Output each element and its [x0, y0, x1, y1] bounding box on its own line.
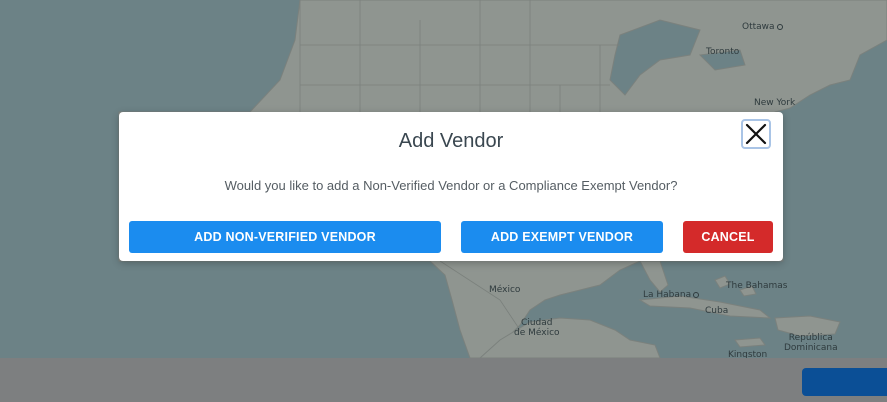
- map-label-text: Ottawa: [742, 22, 775, 32]
- map-land-jamaica: [734, 337, 766, 348]
- cancel-button[interactable]: CANCEL: [683, 221, 773, 253]
- city-dot: [693, 291, 700, 298]
- map-label-ciudad-de-mexico: Ciudad de México: [514, 308, 560, 338]
- close-icon: [745, 123, 767, 145]
- city-dot: [776, 23, 783, 30]
- add-vendor-modal: Add Vendor Would you like to add a Non-V…: [119, 112, 783, 261]
- map-label-text: Toronto: [706, 47, 740, 57]
- map-label-text: Cuba: [705, 306, 729, 316]
- modal-message: Would you like to add a Non-Verified Ven…: [224, 178, 678, 193]
- map-label-text: México: [489, 285, 521, 295]
- map-label-bahamas: The Bahamas: [726, 281, 787, 291]
- add-exempt-vendor-button[interactable]: ADD EXEMPT VENDOR: [461, 221, 663, 253]
- map-label-cuba: Cuba: [705, 306, 728, 316]
- map-label-toronto: Toronto: [706, 47, 739, 57]
- close-button[interactable]: [741, 119, 771, 149]
- map-label-la-habana: La Habana: [643, 290, 700, 300]
- map-label-text: The Bahamas: [726, 281, 788, 291]
- map-label-new-york: New York: [754, 98, 795, 108]
- add-non-verified-vendor-button[interactable]: ADD NON-VERIFIED VENDOR: [129, 221, 441, 253]
- map-label-ottawa: Ottawa: [742, 22, 783, 32]
- map-label-republica-dominicana: República Dominicana: [784, 323, 838, 353]
- map-label-mexico: México: [489, 285, 520, 295]
- modal-title: Add Vendor: [398, 130, 504, 152]
- bottom-bar: [0, 358, 887, 402]
- bottom-action-button[interactable]: [802, 368, 887, 396]
- map-label-text: República Dominicana: [784, 333, 838, 353]
- map-label-kingston: Kingston: [728, 350, 767, 358]
- map-label-text: New York: [754, 98, 796, 108]
- map-label-text: Ciudad de México: [514, 318, 560, 338]
- map-label-text: La Habana: [643, 290, 692, 300]
- map-label-text: Kingston: [728, 350, 768, 358]
